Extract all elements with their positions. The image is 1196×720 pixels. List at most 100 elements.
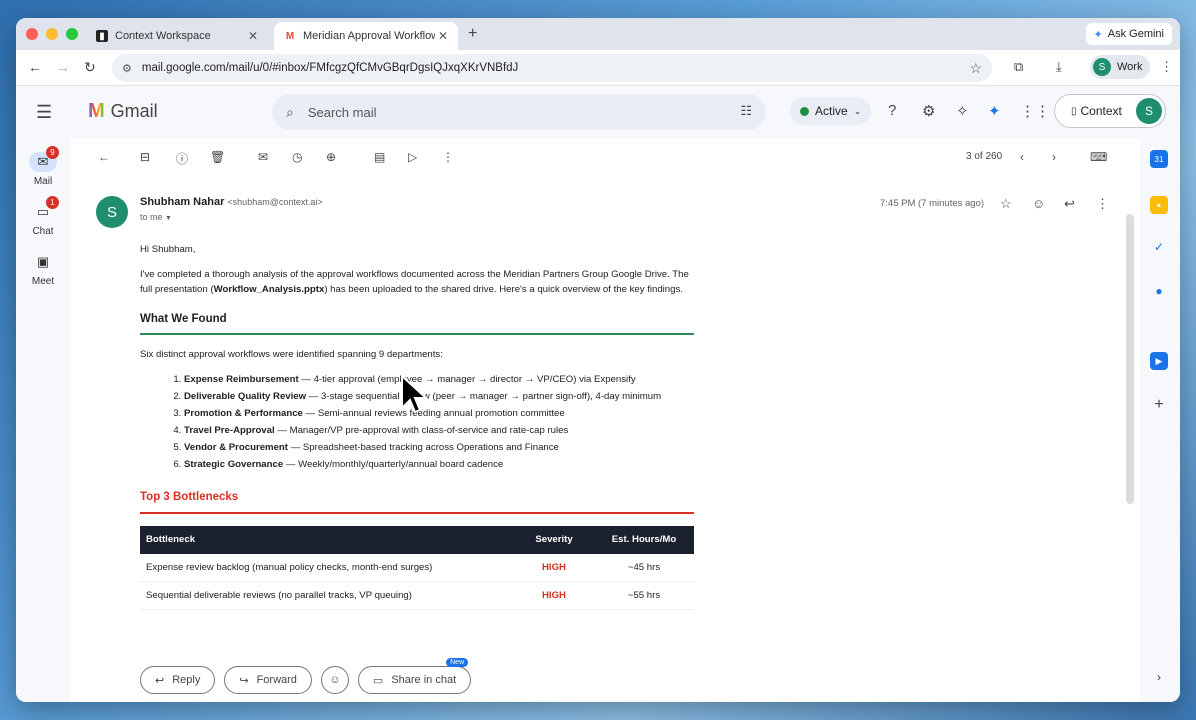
calendar-icon[interactable]: 31 (1150, 150, 1168, 168)
sender-avatar[interactable]: S (96, 196, 128, 228)
rail-item-mail[interactable]: ✉ 9 Mail (16, 146, 70, 187)
maximize-window-button[interactable] (66, 28, 78, 40)
context-favicon-icon: ▮ (96, 30, 108, 42)
caret-down-icon: ▼ (165, 215, 172, 222)
help-icon[interactable]: ? (888, 102, 896, 119)
archive-icon[interactable]: ⊟ (140, 150, 150, 164)
reply-icon[interactable]: ↩ (1064, 196, 1075, 212)
apps-grid-icon[interactable]: ⋮⋮ (1020, 102, 1050, 120)
more-options-icon[interactable]: ⋮ (442, 150, 454, 164)
reply-label: Reply (172, 674, 201, 686)
profile-chip[interactable]: S Work (1090, 55, 1151, 79)
share-label: Share in chat (391, 674, 457, 686)
recipient-line[interactable]: to me ▼ (140, 212, 172, 222)
column-header: Bottleneck (140, 525, 514, 554)
emoji-button[interactable]: ☺ (320, 666, 349, 694)
settings-gear-icon[interactable]: ⚙ (922, 102, 935, 120)
gmail-header: ☰ M Gmail ⌕ Search mail ☷ Active ⌄ ? ⚙ ✧… (16, 86, 1180, 138)
new-badge: New (446, 658, 469, 667)
search-icon[interactable]: ⌕ (286, 104, 294, 121)
input-tools-icon[interactable]: ⌨ (1090, 150, 1107, 164)
tasks-icon[interactable]: ✓ (1150, 238, 1168, 256)
contacts-icon[interactable]: ● (1150, 282, 1168, 300)
browser-tab-gmail[interactable]: M Meridian Approval Workflow A ✕ (274, 22, 458, 50)
forward-button[interactable]: ↪ Forward (224, 666, 312, 694)
share-in-chat-button[interactable]: ▭ Share in chat New (357, 658, 472, 694)
add-to-tasks-icon[interactable]: ⊕ (326, 150, 336, 164)
status-selector[interactable]: Active ⌄ (790, 97, 872, 125)
message-scrollbar[interactable] (1126, 214, 1134, 504)
chevron-left-icon[interactable]: ‹ (1020, 150, 1024, 164)
search-bar[interactable]: ⌕ Search mail ☷ (272, 94, 766, 130)
address-bar[interactable]: ⚙ mail.google.com/mail/u/0/#inbox/FMfcgz… (112, 54, 992, 82)
back-arrow-icon[interactable]: ← (28, 59, 42, 75)
zoom-icon[interactable]: ▶ (1150, 352, 1168, 370)
expand-panel-chevron-icon[interactable]: › (1150, 668, 1168, 686)
mail-unread-badge: 9 (46, 146, 59, 159)
keep-icon[interactable]: ▪ (1150, 196, 1168, 214)
forward-arrow-icon[interactable]: → (56, 59, 70, 75)
rail-label: Mail (33, 176, 53, 187)
mail-icon: ✉ 9 (29, 146, 59, 172)
list-item: Deliverable Quality Review — 3-stage seq… (184, 389, 700, 405)
emoji-icon: ☺ (329, 674, 341, 686)
tab-strip: ▮ Context Workspace ✕ M Meridian Approva… (16, 18, 1180, 50)
add-addon-icon[interactable]: + (1150, 396, 1168, 414)
tab-close-icon[interactable]: ✕ (438, 29, 448, 43)
context-button[interactable]: ▯ Context S (1054, 94, 1166, 128)
mark-unread-icon[interactable]: ✉ (258, 150, 268, 164)
tab-close-icon[interactable]: ✕ (248, 29, 258, 43)
browser-menu-icon[interactable]: ⋮ (1160, 59, 1173, 75)
ask-gemini-button[interactable]: ✦ Ask Gemini (1085, 23, 1172, 45)
gemini-sparkle-icon[interactable]: ✦ (988, 102, 1001, 120)
extensions-icon[interactable]: ⧉ (1014, 59, 1023, 75)
search-input[interactable]: Search mail (308, 105, 377, 120)
message-timestamp: 7:45 PM (7 minutes ago) (880, 198, 985, 209)
star-icon[interactable]: ☆ (1000, 196, 1012, 212)
search-options-icon[interactable]: ☷ (740, 103, 752, 119)
url-text: mail.google.com/mail/u/0/#inbox/FMfcgzQf… (141, 62, 519, 74)
forward-label: Forward (256, 674, 297, 686)
gemini-tools-icon[interactable]: ✧ (956, 102, 969, 120)
message-body: Hi Shubham, I've completed a thorough an… (140, 242, 700, 611)
list-item: Expense Reimbursement — 4-tier approval … (184, 372, 700, 388)
tab-title: Meridian Approval Workflow A (303, 30, 435, 42)
column-header: Severity (514, 525, 594, 554)
reload-icon[interactable]: ↻ (84, 59, 96, 76)
pagination-count: 3 of 260 (966, 151, 1003, 162)
rail-item-meet[interactable]: ▣ Meet (16, 252, 70, 287)
site-info-icon[interactable]: ⚙ (122, 62, 132, 75)
address-row: ← → ↻ ⚙ mail.google.com/mail/u/0/#inbox/… (16, 50, 1180, 86)
back-to-inbox-icon[interactable]: ← (98, 150, 110, 164)
reply-button[interactable]: ↩ Reply (140, 666, 216, 694)
status-label: Active (815, 104, 848, 118)
chat-icon: ▭ 1 (29, 196, 59, 222)
bookmark-star-icon[interactable]: ☆ (969, 60, 982, 77)
label-icon[interactable]: ▷ (408, 150, 417, 164)
table-cell: Expense review backlog (manual policy ch… (140, 553, 514, 583)
ask-gemini-label: Ask Gemini (1107, 28, 1164, 40)
new-tab-button[interactable]: + (468, 25, 477, 43)
list-item: Vendor & Procurement — Spreadsheet-based… (184, 440, 700, 456)
sender-name[interactable]: Shubham Nahar (140, 196, 224, 208)
rail-label: Chat (32, 226, 54, 237)
rail-item-chat[interactable]: ▭ 1 Chat (16, 196, 70, 237)
delete-icon[interactable]: 🗑 (210, 150, 225, 164)
gmail-logo[interactable]: M Gmail (88, 100, 158, 123)
download-icon[interactable]: ⤓ (1056, 59, 1062, 75)
gmail-m-icon: M (88, 100, 105, 122)
status-dot-icon (800, 106, 809, 116)
main-menu-icon[interactable]: ☰ (36, 102, 52, 123)
browser-tab-context[interactable]: ▮ Context Workspace ✕ (86, 22, 268, 50)
snooze-icon[interactable]: ◷ (292, 150, 302, 164)
account-avatar[interactable]: S (1136, 98, 1162, 124)
chevron-right-icon[interactable]: › (1052, 150, 1056, 164)
close-window-button[interactable] (26, 28, 38, 40)
move-to-icon[interactable]: ▤ (374, 150, 385, 164)
context-logo-icon: ▯ (1071, 105, 1077, 117)
message-more-icon[interactable]: ⋮ (1096, 196, 1109, 212)
emoji-reaction-icon[interactable]: ☺ (1032, 196, 1045, 211)
minimize-window-button[interactable] (46, 28, 58, 40)
report-spam-icon[interactable]: ⓘ (176, 150, 188, 167)
bottleneck-table: Bottleneck Severity Est. Hours/Mo Expens… (140, 525, 694, 611)
